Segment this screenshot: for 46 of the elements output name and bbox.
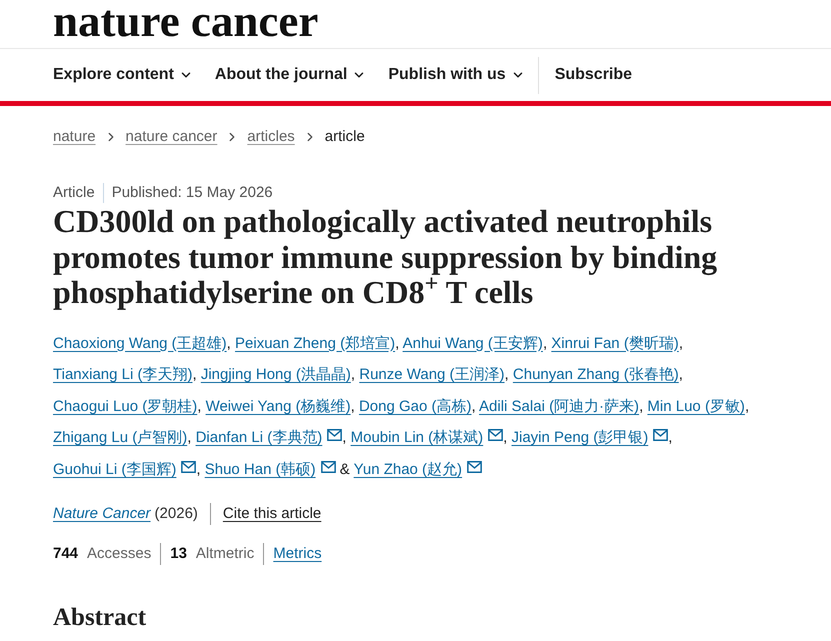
mail-icon[interactable] xyxy=(181,460,196,473)
mail-icon[interactable] xyxy=(653,429,668,442)
nav-link[interactable]: Subscribe xyxy=(554,63,632,87)
author-link[interactable]: Dong Gao (高栋) xyxy=(358,398,472,415)
author-link[interactable]: Chaogui Luo (罗朝桂) xyxy=(53,398,198,415)
author-link[interactable]: Yun Zhao (赵允) xyxy=(354,460,462,478)
author-link[interactable]: Chunyan Zhang (张春艳) xyxy=(512,366,679,384)
author-link[interactable]: Runze Wang (王润泽) xyxy=(359,366,505,384)
author-link[interactable]: Jiayin Peng (彭甲银) xyxy=(512,429,648,446)
article-type: Article xyxy=(53,183,95,203)
nav-menu-button[interactable]: About the journal xyxy=(214,63,366,87)
author-link[interactable]: Zhigang Lu (卢智刚) xyxy=(53,429,188,446)
breadcrumb-link[interactable]: nature cancer xyxy=(126,127,218,147)
author-link[interactable]: Xinrui Fan (樊昕瑞) xyxy=(551,334,679,352)
mail-icon[interactable] xyxy=(488,429,504,442)
author-link[interactable]: Anhui Wang (王安辉) xyxy=(402,334,543,352)
author-link[interactable]: Chaoxiong Wang (王超雄) xyxy=(53,334,227,352)
author-link[interactable]: Min Luo (罗敏) xyxy=(647,398,745,415)
author-link[interactable]: Shuo Han (韩硕) xyxy=(204,460,316,478)
section-heading: Abstract xyxy=(53,603,790,641)
author-link[interactable]: Adili Salai (阿迪力·萨来) xyxy=(479,398,640,415)
breadcrumb-link[interactable]: nature xyxy=(53,127,96,147)
publication-year: (2026) xyxy=(154,504,198,524)
breadcrumb-link[interactable]: articles xyxy=(247,127,295,147)
author-link[interactable]: Moubin Lin (林谋斌) xyxy=(350,429,484,446)
metric-count: 744 Accesses xyxy=(53,544,152,564)
author-link[interactable]: Weiwei Yang (杨巍维) xyxy=(206,398,351,415)
breadcrumb-current[interactable]: article xyxy=(324,127,365,147)
author-link[interactable]: Peixuan Zheng (郑培宣) xyxy=(235,334,396,352)
published-date: Published: 15 May 2026 xyxy=(112,183,273,203)
nav-menu-button[interactable]: Publish with us xyxy=(388,63,525,87)
author-link[interactable]: Tianxiang Li (李天翔) xyxy=(53,366,192,384)
author-list: Chaoxiong Wang (王超雄), Peixuan Zheng (郑培宣), Anhui Wang (王安辉), Xinrui Fan (樊昕瑞), Tianxiang Li (李天翔), Jingjing Hong (洪晶晶), Runze Wang (王润泽), Chunyan Zhang (张春艳), Chaogui Luo (罗朝桂), Weiwei Yang (杨巍维), Dong Gao (高栋), Adili Salai (阿迪力·萨来), Min Luo (罗敏), Zhigang Lu (卢智刚), Dianfan Li (李典范) , Moubin Lin (林谋斌) , Jiayin Peng (彭甲银) , Guohui Li (李国辉) , Shuo Han (韩硕) & Yun Zhao (赵允) xyxy=(53,328,790,486)
journal-link[interactable]: Nature Cancer xyxy=(53,504,151,524)
metric-count: 13 Altmetric xyxy=(170,544,254,564)
journal-logo[interactable]: nature cancer xyxy=(53,0,318,44)
cite-link[interactable]: Cite this article xyxy=(222,504,322,524)
mail-icon[interactable] xyxy=(327,429,342,442)
article-title: CD300ld on pathologically activated neutrophils promotes tumor immune suppression by binding phosphatidylserine on CD8$^{+}$ T cells xyxy=(53,204,718,310)
author-link[interactable]: Dianfan Li (李典范) xyxy=(196,429,322,446)
mail-icon[interactable] xyxy=(467,460,482,473)
mail-icon[interactable] xyxy=(320,460,336,473)
nav-menu-button[interactable]: Explore content xyxy=(53,63,193,87)
author-link[interactable]: Guohui Li (李国辉) xyxy=(53,460,176,478)
metrics-link[interactable]: Metrics xyxy=(273,544,322,564)
author-link[interactable]: Jingjing Hong (洪晶晶) xyxy=(200,366,351,384)
